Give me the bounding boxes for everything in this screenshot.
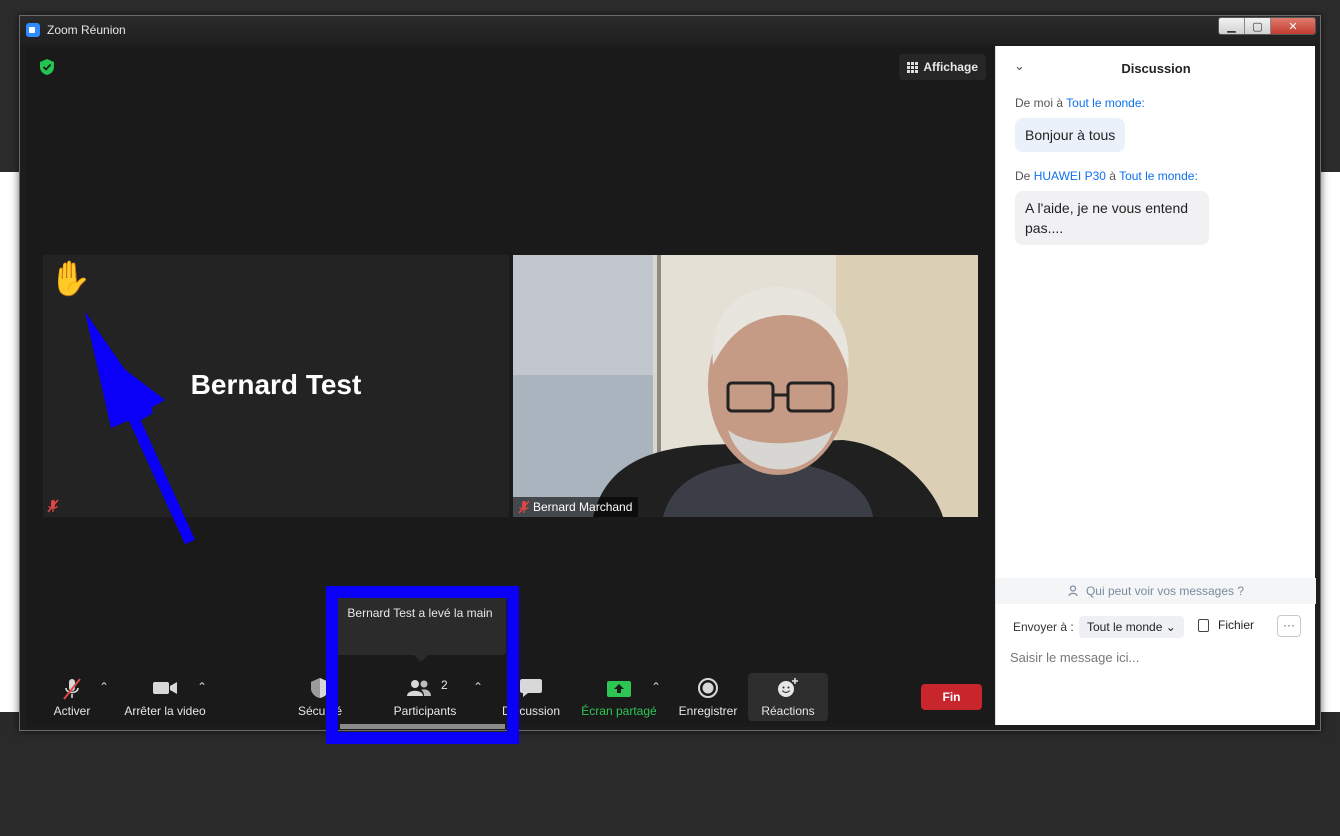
encryption-shield-icon[interactable] <box>39 58 55 76</box>
chat-message-bubble: Bonjour à tous <box>1015 118 1126 152</box>
end-meeting-button[interactable]: Fin <box>921 684 982 710</box>
chat-panel: ⌄ Discussion De moi à Tout le monde: Bon… <box>995 46 1316 725</box>
muted-mic-icon <box>47 499 59 513</box>
zoom-app-icon <box>26 23 40 37</box>
maximize-button[interactable]: ▢ <box>1245 18 1271 34</box>
video-camera-icon <box>153 682 177 694</box>
title-bar[interactable]: Zoom Réunion ▁ ▢ ✕ <box>20 16 1320 44</box>
file-button[interactable]: Fichier <box>1198 618 1254 632</box>
reactions-button[interactable]: Réactions <box>748 673 828 721</box>
send-to-label: Envoyer à : <box>1013 620 1074 634</box>
chat-bubble-icon <box>520 679 542 697</box>
record-button[interactable]: Enregistrer <box>676 673 740 721</box>
mute-label: Activer <box>53 704 91 718</box>
file-icon <box>1198 619 1209 632</box>
send-to-dropdown[interactable]: Tout le monde ⌄ <box>1079 616 1184 638</box>
reactions-label: Réactions <box>761 704 815 718</box>
message-from-prefix: De <box>1015 169 1034 183</box>
video-options-caret[interactable]: ⌃ <box>197 680 207 694</box>
share-options-caret[interactable]: ⌃ <box>651 680 661 694</box>
who-sees-label: Qui peut voir vos messages ? <box>1085 584 1245 598</box>
muted-microphone-icon <box>63 678 81 700</box>
message-to-prefix: à <box>1105 169 1120 183</box>
audio-options-caret[interactable]: ⌃ <box>99 680 109 694</box>
muted-mic-icon <box>518 500 530 514</box>
who-can-see-messages[interactable]: Qui peut voir vos messages ? <box>996 578 1316 604</box>
message-meta: De HUAWEI P30 à Tout le monde: <box>1015 169 1198 183</box>
close-button[interactable]: ✕ <box>1271 18 1315 34</box>
view-button-label: Affichage <box>923 60 978 74</box>
chat-title: Discussion <box>1121 61 1191 76</box>
zoom-window: Zoom Réunion ▁ ▢ ✕ Affichage ✋ Bernard T… <box>19 15 1321 731</box>
mute-button[interactable]: Activer <box>45 673 99 721</box>
message-recipient[interactable]: Tout le monde: <box>1119 169 1198 183</box>
participant-video-feed <box>513 255 978 517</box>
record-label: Enregistrer <box>678 704 738 718</box>
minimize-button[interactable]: ▁ <box>1219 18 1245 34</box>
file-button-label: Fichier <box>1218 618 1255 632</box>
message-meta: De moi à Tout le monde: <box>1015 96 1145 110</box>
share-screen-icon <box>607 681 631 697</box>
message-recipient[interactable]: Tout le monde: <box>1066 96 1145 110</box>
view-button[interactable]: Affichage <box>899 54 986 80</box>
participant-tile-bernard-marchand[interactable]: Bernard Marchand <box>513 255 978 517</box>
record-icon <box>698 678 718 698</box>
message-from-prefix: De moi à <box>1015 96 1067 110</box>
person-icon <box>1068 585 1078 597</box>
share-screen-button[interactable]: Écran partagé <box>578 673 660 721</box>
message-input[interactable] <box>1010 646 1300 668</box>
annotation-arrow-icon <box>85 312 196 545</box>
annotation-highlight-box <box>326 586 519 744</box>
share-label: Écran partagé <box>581 704 657 718</box>
more-options-button[interactable]: ··· <box>1277 615 1301 637</box>
stop-video-button[interactable]: Arrêter la video <box>122 673 208 721</box>
chat-message-bubble: A l'aide, je ne vous entend pas.... <box>1015 191 1209 245</box>
message-sender[interactable]: HUAWEI P30 <box>1034 169 1106 183</box>
grid-icon <box>907 61 919 73</box>
window-controls: ▁ ▢ ✕ <box>1218 17 1316 35</box>
window-title: Zoom Réunion <box>47 23 126 37</box>
video-label: Arrêter la video <box>124 704 206 718</box>
add-reaction-icon <box>778 678 798 697</box>
chat-header: ⌄ Discussion <box>996 46 1316 88</box>
